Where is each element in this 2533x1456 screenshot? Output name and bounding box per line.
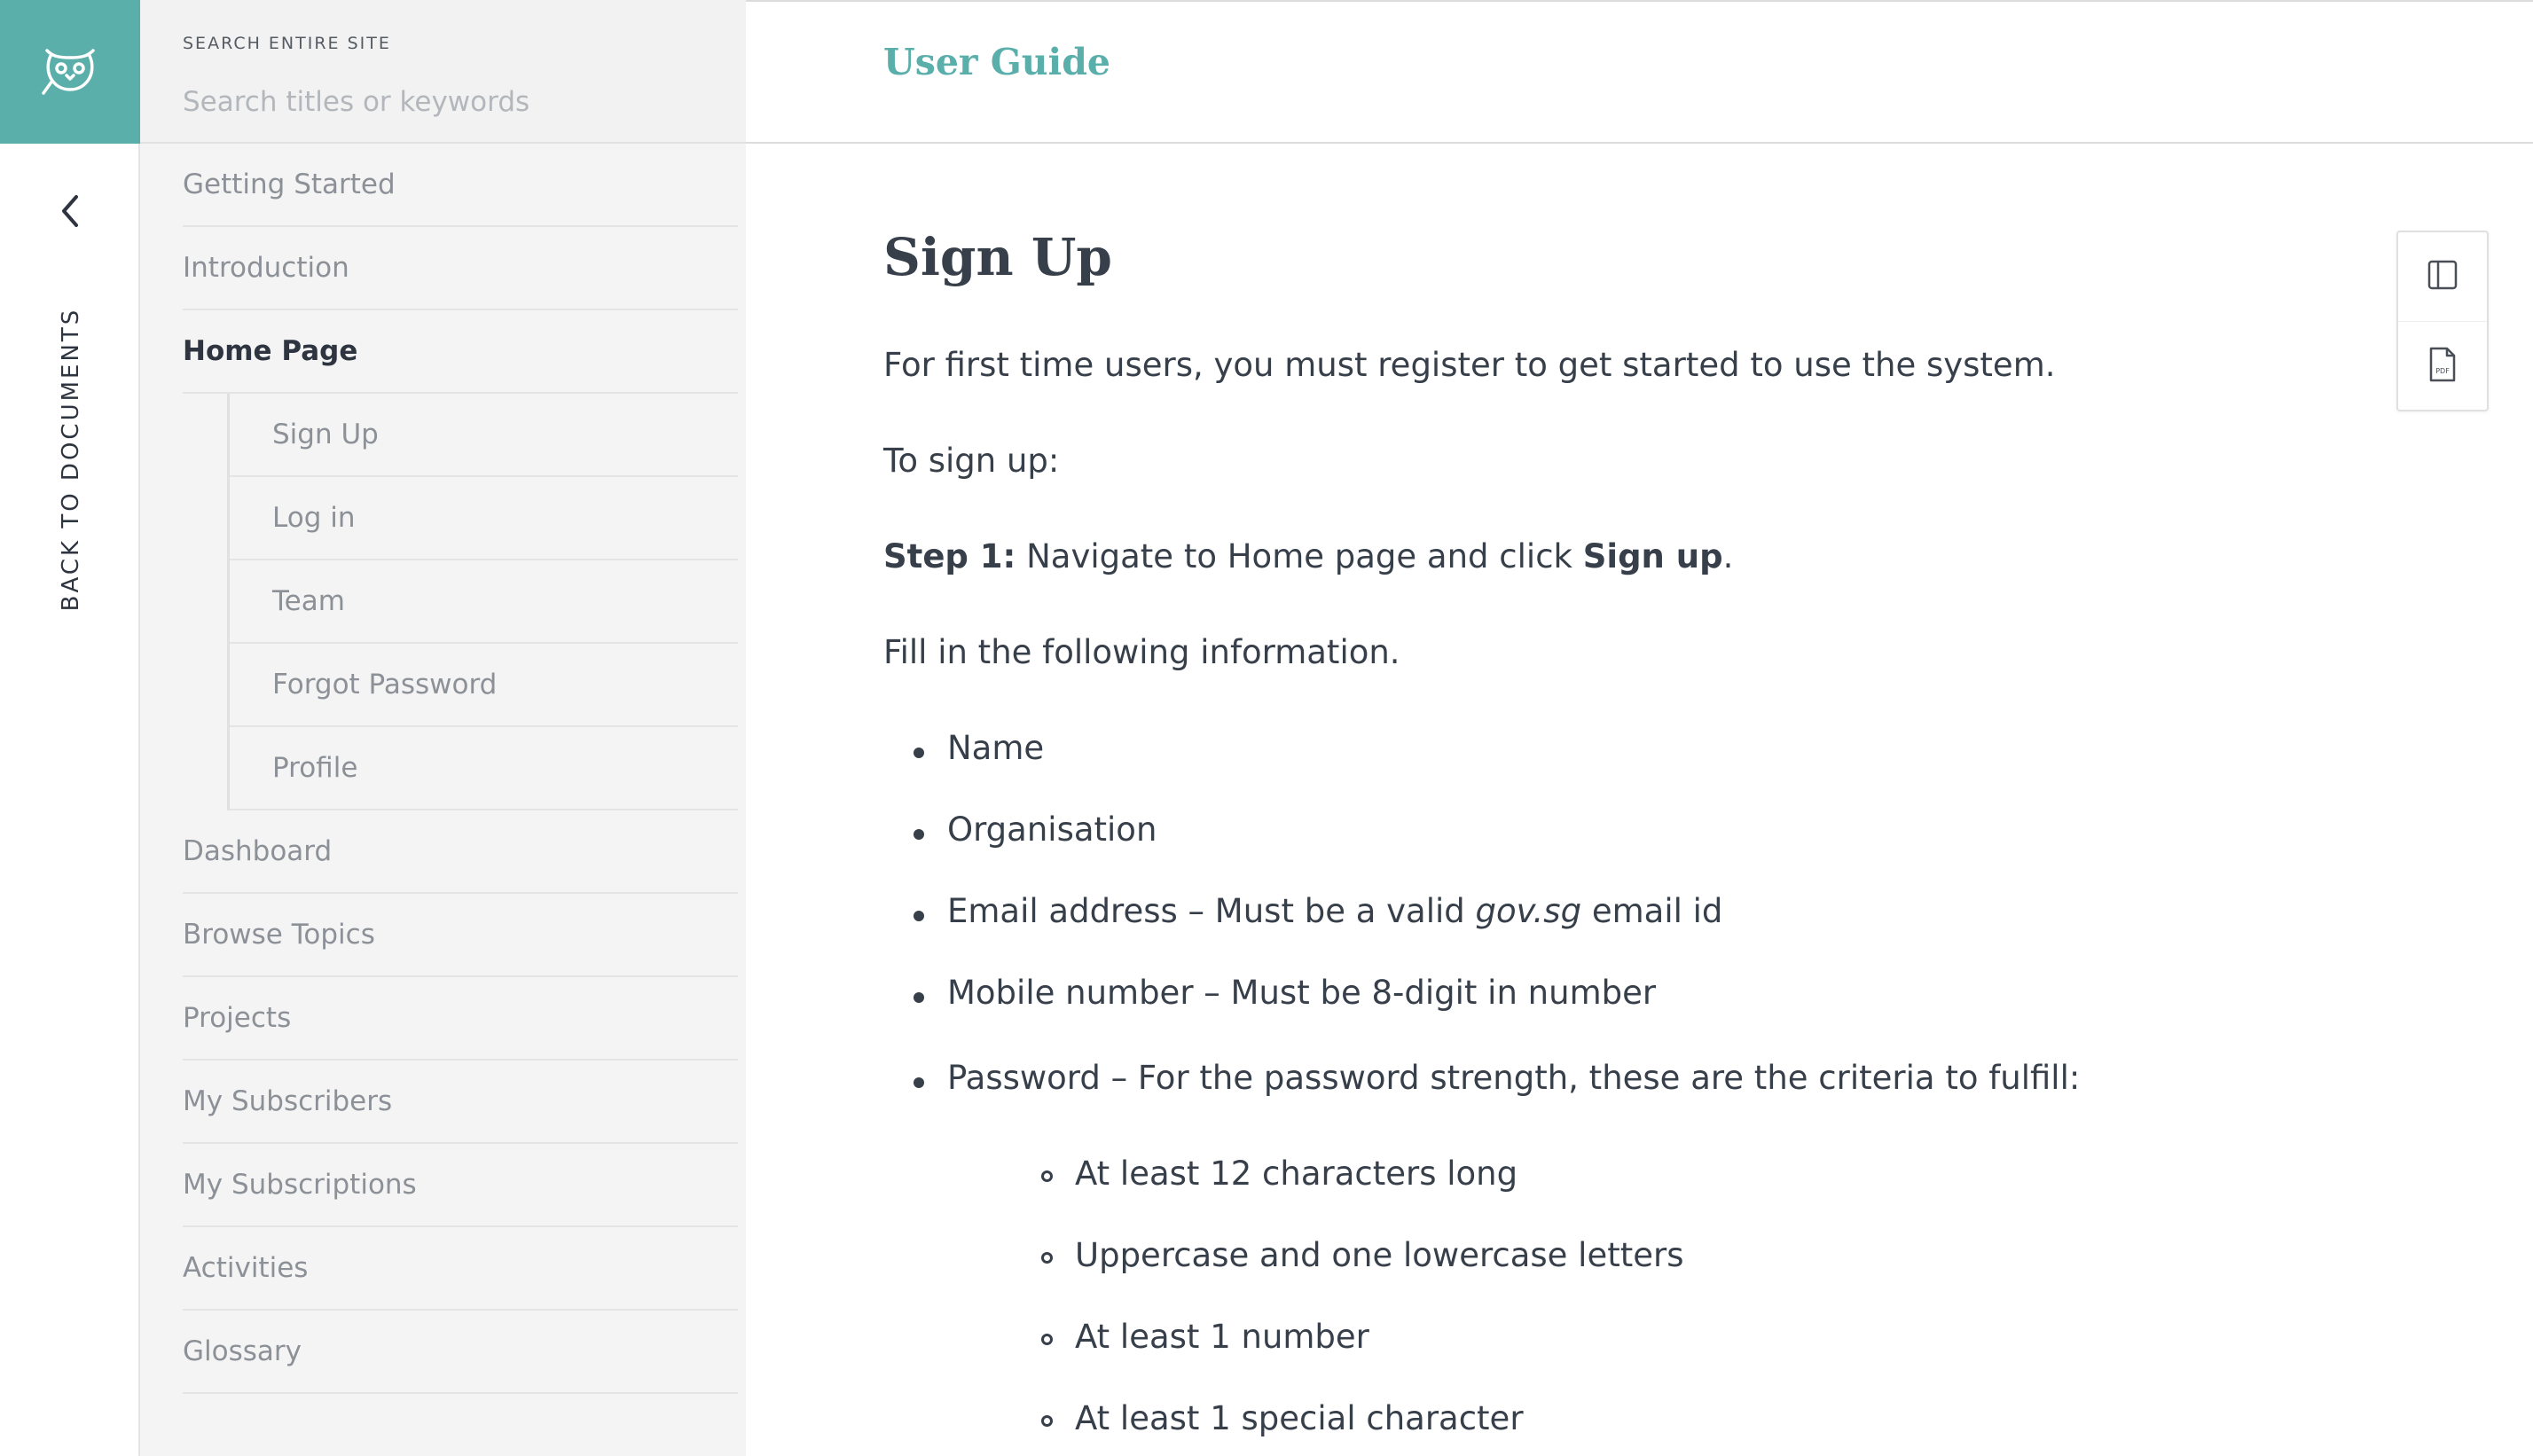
list-item: Password – For the password strength, th…	[913, 1059, 2081, 1097]
list-item-text: Email address – Must be a valid	[947, 892, 1476, 930]
owl-icon	[40, 42, 100, 102]
step1-action: Sign up	[1582, 537, 1723, 575]
pdf-file-icon: PDF	[2427, 347, 2458, 386]
sidebar-subitem-log-in[interactable]: Log in	[230, 477, 738, 560]
sidebar-subitem-forgot-password[interactable]: Forgot Password	[230, 644, 738, 727]
chevron-left-icon	[57, 192, 83, 234]
header: User Guide	[746, 0, 2533, 144]
step1-label: Step 1:	[883, 537, 1016, 575]
search-panel: SEARCH ENTIRE SITE	[140, 0, 746, 144]
search-caption: SEARCH ENTIRE SITE	[183, 34, 391, 53]
step1-end: .	[1722, 537, 1734, 575]
sidebar-item-projects[interactable]: Projects	[183, 977, 738, 1061]
list-item: Name	[913, 729, 1045, 767]
sidebar-item-my-subscriptions[interactable]: My Subscriptions	[183, 1144, 738, 1227]
fill-in-paragraph: Fill in the following information.	[883, 633, 1400, 671]
logo[interactable]	[0, 0, 140, 144]
list-item: Email address – Must be a valid gov.sg e…	[913, 892, 1723, 930]
sidebar-panel-icon	[2427, 259, 2458, 294]
page-title: Sign Up	[883, 227, 1112, 287]
intro-paragraph: For first time users, you must register …	[883, 346, 2056, 384]
list-item-emphasis: gov.sg	[1475, 892, 1582, 930]
sidebar-subitem-profile[interactable]: Profile	[230, 727, 738, 810]
sidebar-item-home-page[interactable]: Home Page	[183, 310, 738, 394]
search-input[interactable]	[181, 80, 704, 124]
sidebar-nav: Getting Started Introduction Home Page S…	[183, 144, 738, 1394]
to-sign-up-paragraph: To sign up:	[883, 442, 1060, 480]
sub-list-item: At least 1 number	[1041, 1318, 1369, 1356]
sidebar-item-getting-started[interactable]: Getting Started	[183, 144, 738, 227]
list-item-text-after: email id	[1581, 892, 1723, 930]
sidebar-subitem-team[interactable]: Team	[230, 560, 738, 644]
sidebar-item-dashboard[interactable]: Dashboard	[183, 810, 738, 894]
sub-list-item: At least 1 special character	[1041, 1399, 1524, 1437]
sidebar-item-my-subscribers[interactable]: My Subscribers	[183, 1061, 738, 1144]
guide-title[interactable]: User Guide	[883, 41, 1110, 83]
toggle-sidebar-button[interactable]	[2398, 232, 2487, 321]
sidebar-subitem-sign-up[interactable]: Sign Up	[230, 394, 738, 477]
download-pdf-button[interactable]: PDF	[2398, 321, 2487, 410]
list-item: Organisation	[913, 810, 1157, 849]
sidebar-item-glossary[interactable]: Glossary	[183, 1311, 738, 1394]
sidebar-item-browse-topics[interactable]: Browse Topics	[183, 894, 738, 977]
sidebar-subnav-home-page: Sign Up Log in Team Forgot Password Prof…	[227, 394, 738, 810]
sub-list-item: Uppercase and one lowercase letters	[1041, 1236, 1684, 1274]
list-item: Mobile number – Must be 8-digit in numbe…	[913, 974, 1657, 1012]
main-content: User Guide PDF Sign Up For first time us…	[746, 0, 2533, 1456]
left-rail: BACK TO DOCUMENTS	[0, 0, 140, 1456]
step1-text: Navigate to Home page and click	[1016, 537, 1583, 575]
back-button[interactable]	[0, 177, 140, 248]
sidebar-item-introduction[interactable]: Introduction	[183, 227, 738, 310]
sidebar-item-activities[interactable]: Activities	[183, 1227, 738, 1311]
back-to-documents-link[interactable]: BACK TO DOCUMENTS	[58, 308, 84, 612]
tool-box: PDF	[2396, 231, 2489, 411]
step1-paragraph: Step 1: Navigate to Home page and click …	[883, 537, 1733, 575]
article: Sign Up For first time users, you must r…	[883, 222, 2302, 1437]
svg-text:PDF: PDF	[2435, 367, 2450, 375]
sidebar: SEARCH ENTIRE SITE Getting Started Intro…	[140, 0, 746, 1456]
sub-list-item: At least 12 characters long	[1040, 1155, 1518, 1193]
